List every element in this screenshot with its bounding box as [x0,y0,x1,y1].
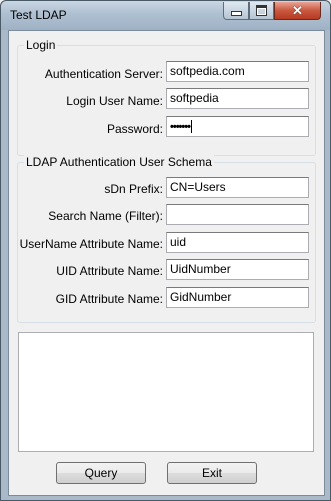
gid-attribute-input[interactable]: GidNumber [166,287,309,308]
password-label: Password: [106,122,163,136]
login-group: Login Authentication Server: softpedia.c… [17,38,316,156]
gid-attribute-label: GID Attribute Name: [55,292,163,306]
query-result-textarea[interactable] [18,332,314,452]
title-bar[interactable]: Test LDAP ✕ [1,1,330,30]
query-button[interactable]: Query [56,462,146,484]
search-filter-input[interactable] [166,204,309,225]
login-username-input[interactable]: softpedia [166,88,309,109]
test-ldap-window: Test LDAP ✕ Login Authentication Server:… [0,0,331,501]
close-icon: ✕ [292,3,303,18]
search-filter-label: Search Name (Filter): [48,209,163,223]
window-title: Test LDAP [10,8,67,22]
minimize-icon [230,11,242,16]
sdn-prefix-input[interactable]: CN=Users [166,177,309,198]
login-username-label: Login User Name: [66,94,163,108]
auth-server-label: Authentication Server: [44,67,163,81]
ldap-schema-group: LDAP Authentication User Schema sDn Pref… [17,155,316,323]
uid-attribute-input[interactable]: UidNumber [166,259,309,280]
username-attribute-label: UserName Attribute Name: [19,237,163,251]
exit-button[interactable]: Exit [167,462,257,484]
close-button[interactable]: ✕ [274,2,321,20]
login-group-legend: Login [24,38,58,52]
username-attribute-input[interactable]: uid [166,232,309,253]
uid-attribute-label: UID Attribute Name: [56,264,163,278]
password-mask: ••••••• [170,121,191,133]
sdn-prefix-label: sDn Prefix: [104,182,163,196]
dialog-client-area: Login Authentication Server: softpedia.c… [8,30,325,496]
maximize-icon [256,5,267,16]
auth-server-input[interactable]: softpedia.com [166,61,309,82]
password-input[interactable]: ••••••• [166,116,309,137]
ldap-schema-group-legend: LDAP Authentication User Schema [24,155,214,169]
minimize-button[interactable] [223,2,249,20]
text-caret [190,120,192,134]
maximize-button[interactable] [249,2,274,20]
